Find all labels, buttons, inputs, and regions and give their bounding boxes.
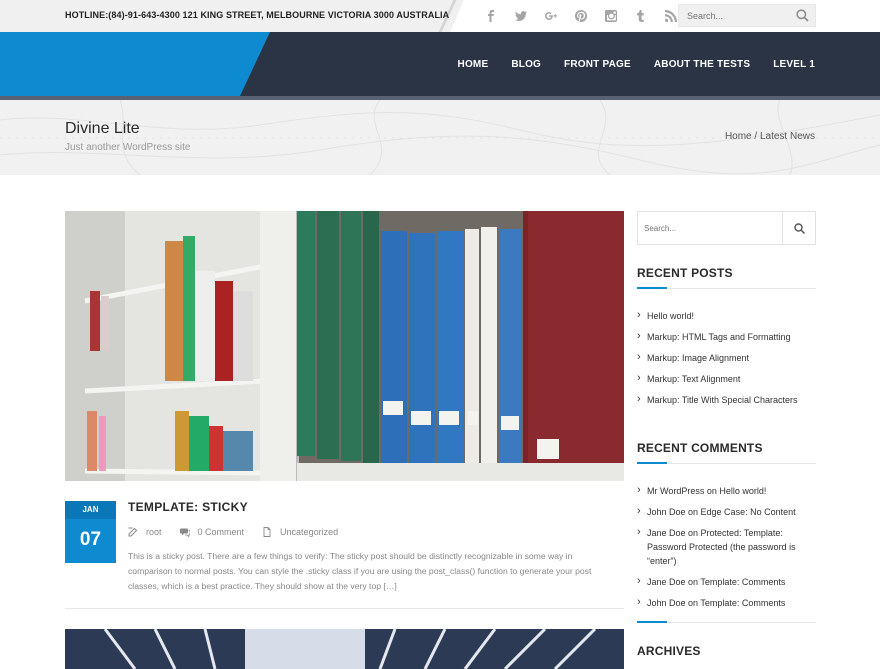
main-nav: HOME BLOG FRONT PAGE ABOUT THE TESTS LEV… xyxy=(458,32,815,96)
post-comments[interactable]: 0 Comment xyxy=(179,527,245,537)
recent-comments-list: Mr WordPress on Hello world! John Doe on… xyxy=(637,483,816,617)
next-post-image[interactable] xyxy=(65,629,624,669)
comments-icon xyxy=(179,528,190,537)
site-title[interactable]: Divine Lite xyxy=(65,120,140,138)
sidebar-search-box xyxy=(637,211,816,245)
recent-post-item[interactable]: Markup: Title With Special Characters xyxy=(637,392,816,407)
recent-comments-heading: RECENT COMMENTS xyxy=(637,441,763,455)
facebook-icon[interactable] xyxy=(476,7,506,25)
post-comments-count[interactable]: 0 Comment xyxy=(198,527,245,537)
breadcrumb-separator: / xyxy=(751,131,760,142)
post-date-day: 07 xyxy=(79,529,102,550)
recent-comment-item[interactable]: John Doe on Template: Comments xyxy=(637,595,816,610)
nav-about-the-tests[interactable]: ABOUT THE TESTS xyxy=(654,59,750,70)
recent-post-item[interactable]: Markup: HTML Tags and Formatting xyxy=(637,329,816,344)
post-title[interactable]: TEMPLATE: STICKY xyxy=(128,500,248,514)
recent-comment-item[interactable]: John Doe on Edge Case: No Content xyxy=(637,504,816,519)
breadcrumb: Home / Latest News xyxy=(725,131,815,142)
recent-post-item[interactable]: Markup: Text Alignment xyxy=(637,371,816,386)
recent-post-item[interactable]: Markup: Image Alignment xyxy=(637,350,816,365)
sidebar-search-input[interactable] xyxy=(638,212,778,244)
breadcrumb-current: Latest News xyxy=(759,131,815,142)
instagram-icon[interactable] xyxy=(596,7,626,25)
site-header: HOME BLOG FRONT PAGE ABOUT THE TESTS LEV… xyxy=(0,32,880,96)
post-date-month: JAN xyxy=(65,501,116,519)
site-tagline: Just another WordPress site xyxy=(65,142,191,153)
recent-comment-item[interactable]: Jane Doe on Template: Comments xyxy=(637,574,816,589)
nav-blog[interactable]: BLOG xyxy=(511,59,541,70)
nav-home[interactable]: HOME xyxy=(458,59,489,70)
nav-level-1[interactable]: LEVEL 1 xyxy=(773,59,815,70)
post-featured-image[interactable] xyxy=(65,211,624,481)
top-bar: HOTLINE:(84)-91-643-4300 121 KING STREET… xyxy=(0,0,880,32)
twitter-icon[interactable] xyxy=(506,7,536,25)
recent-comment-item[interactable]: Jane Doe on Protected: Template: Passwor… xyxy=(637,525,816,568)
post-meta: root 0 Comment Uncategorized xyxy=(128,527,356,537)
recent-post-item[interactable]: Hello world! xyxy=(637,308,816,323)
recent-posts-heading: RECENT POSTS xyxy=(637,266,733,280)
pencil-icon xyxy=(128,527,138,537)
search-icon[interactable] xyxy=(796,9,809,22)
post-author[interactable]: root xyxy=(128,527,162,537)
post-excerpt: This is a sticky post. There are a few t… xyxy=(128,551,592,591)
post-author-name[interactable]: root xyxy=(146,527,162,537)
recent-comments-bottom-rule xyxy=(637,621,816,623)
post-date-badge: JAN 07 xyxy=(65,501,116,563)
tumblr-icon[interactable] xyxy=(626,7,656,25)
logo-area xyxy=(0,32,270,96)
library-image xyxy=(65,629,624,669)
pinterest-icon[interactable] xyxy=(566,7,596,25)
recent-comments-rule xyxy=(637,462,816,464)
nav-front-page[interactable]: FRONT PAGE xyxy=(564,59,631,70)
hotline-text: HOTLINE:(84)-91-643-4300 121 KING STREET… xyxy=(65,10,450,20)
recent-posts-list: Hello world! Markup: HTML Tags and Forma… xyxy=(637,308,816,414)
file-icon xyxy=(263,527,271,537)
social-links xyxy=(476,7,686,25)
post-category[interactable]: Uncategorized xyxy=(262,527,338,537)
post-category-name[interactable]: Uncategorized xyxy=(280,527,338,537)
recent-comment-item[interactable]: Mr WordPress on Hello world! xyxy=(637,483,816,498)
sidebar-search-button[interactable] xyxy=(782,212,815,244)
post-divider xyxy=(65,608,624,609)
archives-heading: ARCHIVES xyxy=(637,644,701,658)
breadcrumb-home[interactable]: Home xyxy=(725,131,752,142)
top-search-input[interactable] xyxy=(679,5,789,26)
search-icon xyxy=(794,223,805,234)
google-plus-icon[interactable] xyxy=(536,7,566,25)
top-search-box xyxy=(678,4,816,27)
bookshelf-image xyxy=(65,211,624,481)
recent-posts-rule xyxy=(637,287,816,289)
